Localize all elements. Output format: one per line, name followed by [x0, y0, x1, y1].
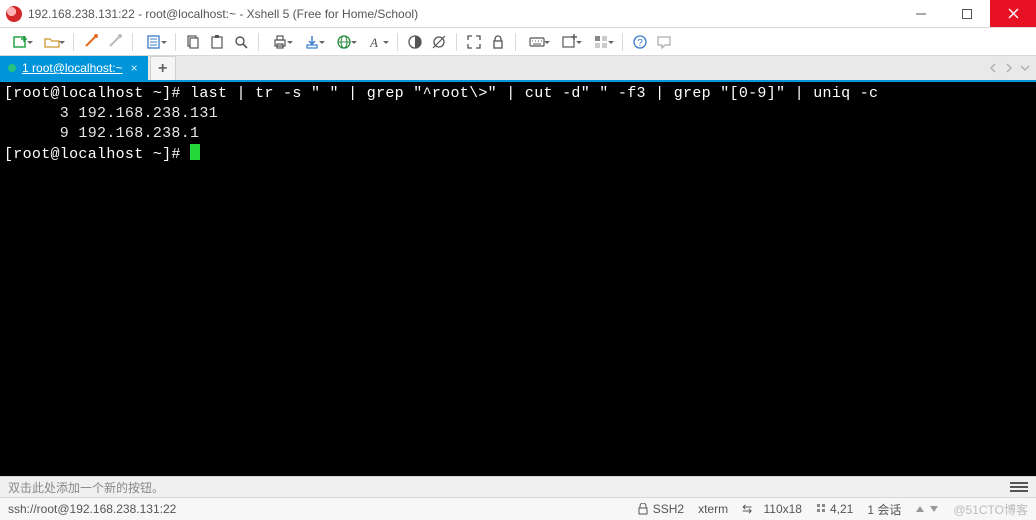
app-icon	[6, 6, 22, 22]
fullscreen-button[interactable]	[464, 32, 484, 52]
keyboard-button[interactable]	[523, 32, 551, 52]
highlight-button[interactable]	[429, 32, 449, 52]
transfer-button[interactable]	[298, 32, 326, 52]
copy-button[interactable]	[183, 32, 203, 52]
toolbar-separator	[515, 33, 516, 51]
tile-button[interactable]	[587, 32, 615, 52]
tab-nav-prev-icon[interactable]	[988, 63, 998, 73]
maximize-button[interactable]	[944, 0, 990, 27]
close-button[interactable]	[990, 0, 1036, 27]
window-title: 192.168.238.131:22 - root@localhost:~ - …	[28, 7, 898, 21]
toolbar: A ?	[0, 28, 1036, 56]
arrow-up-icon[interactable]	[915, 504, 925, 514]
feedback-button[interactable]	[654, 32, 674, 52]
statusbar: ssh://root@192.168.238.131:22 SSH2 xterm…	[0, 498, 1036, 520]
status-sessions: 1 会话	[867, 501, 901, 518]
lock-button[interactable]	[488, 32, 508, 52]
minimize-button[interactable]	[898, 0, 944, 27]
toolbar-separator	[132, 33, 133, 51]
color-scheme-button[interactable]	[405, 32, 425, 52]
toolbar-separator	[456, 33, 457, 51]
tab-nav-next-icon[interactable]	[1004, 63, 1014, 73]
quick-button-area[interactable]: 双击此处添加一个新的按钮。	[0, 476, 1036, 498]
tab-label: 1 root@localhost:~	[22, 61, 123, 75]
tabstrip: 1 root@localhost:~ × +	[0, 56, 1036, 82]
properties-button[interactable]	[140, 32, 168, 52]
reconnect-button[interactable]	[81, 32, 101, 52]
help-button[interactable]: ?	[630, 32, 650, 52]
lock-icon	[637, 503, 649, 515]
svg-text:A: A	[369, 35, 378, 50]
status-size: ⇆ 110x18	[742, 502, 802, 516]
status-term-type: xterm	[698, 502, 728, 516]
hamburger-icon[interactable]	[1010, 482, 1028, 492]
terminal-line: [root@localhost ~]# last | tr -s " " | g…	[4, 84, 1030, 104]
disconnect-button[interactable]	[105, 32, 125, 52]
quick-button-hint: 双击此处添加一个新的按钮。	[8, 479, 164, 496]
terminal-line: [root@localhost ~]#	[4, 144, 1030, 165]
new-window-button[interactable]	[555, 32, 583, 52]
print-button[interactable]	[266, 32, 294, 52]
toolbar-separator	[397, 33, 398, 51]
svg-text:?: ?	[637, 38, 643, 49]
tab-nav	[988, 56, 1036, 80]
find-button[interactable]	[231, 32, 251, 52]
font-button[interactable]: A	[362, 32, 390, 52]
status-connection: ssh://root@192.168.238.131:22	[8, 502, 176, 516]
status-cursor-pos: 4,21	[816, 502, 853, 516]
toolbar-separator	[73, 33, 74, 51]
paste-button[interactable]	[207, 32, 227, 52]
grid-icon	[816, 503, 826, 515]
tab-active[interactable]: 1 root@localhost:~ ×	[0, 56, 148, 80]
tab-add-button[interactable]: +	[150, 56, 176, 80]
new-session-button[interactable]	[6, 32, 34, 52]
status-protocol: SSH2	[637, 502, 684, 516]
status-nav	[915, 504, 939, 514]
window-controls	[898, 0, 1036, 27]
terminal-line: 9 192.168.238.1	[4, 124, 1030, 144]
arrow-down-icon[interactable]	[929, 504, 939, 514]
toolbar-separator	[175, 33, 176, 51]
titlebar: 192.168.238.131:22 - root@localhost:~ - …	[0, 0, 1036, 28]
connection-status-dot	[8, 64, 16, 72]
terminal[interactable]: [root@localhost ~]# last | tr -s " " | g…	[0, 82, 1036, 476]
globe-button[interactable]	[330, 32, 358, 52]
watermark: @51CTO博客	[953, 501, 1028, 518]
toolbar-separator	[622, 33, 623, 51]
cursor	[190, 144, 200, 160]
tab-nav-menu-icon[interactable]	[1020, 63, 1030, 73]
toolbar-separator	[258, 33, 259, 51]
tab-close-button[interactable]: ×	[129, 61, 140, 75]
open-button[interactable]	[38, 32, 66, 52]
terminal-line: 3 192.168.238.131	[4, 104, 1030, 124]
